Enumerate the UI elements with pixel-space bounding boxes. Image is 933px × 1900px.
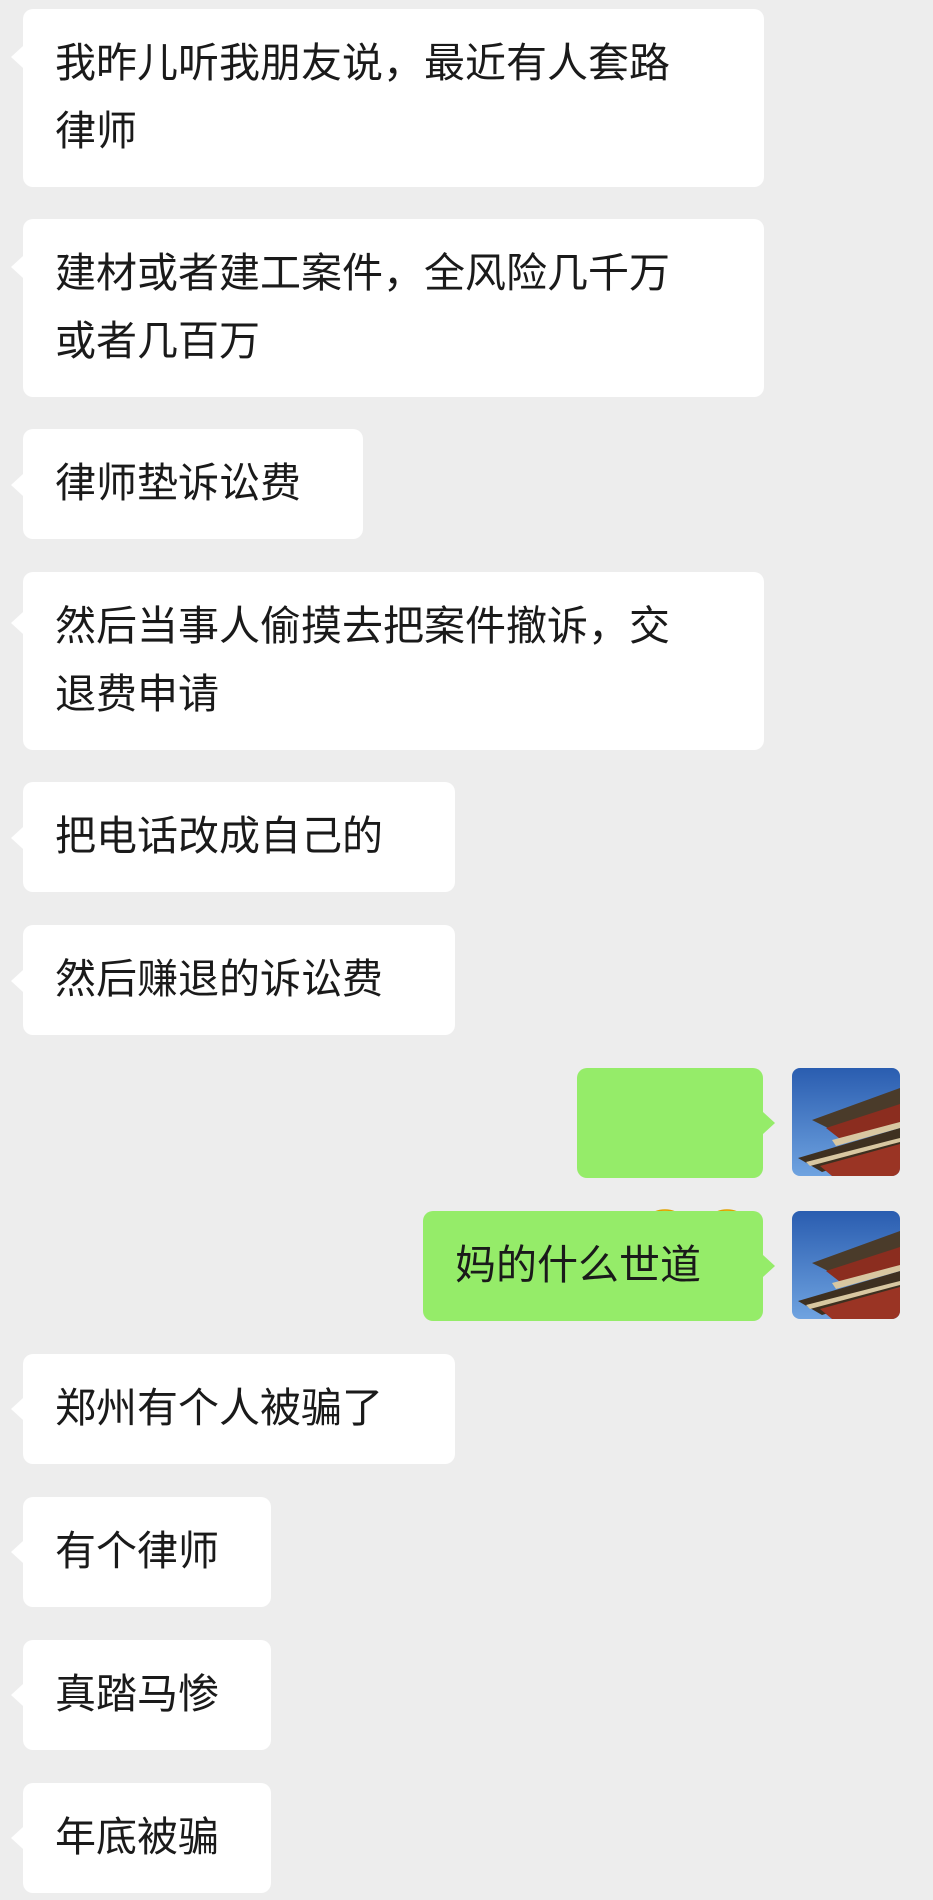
message-bubble-incoming[interactable]: 把电话改成自己的 [23, 782, 455, 892]
bubble-tail [11, 1398, 23, 1420]
message-bubble-outgoing[interactable] [577, 1068, 763, 1263]
message-bubble-incoming[interactable]: 然后赚退的诉讼费 [23, 925, 455, 1035]
bubble-tail [763, 1255, 775, 1277]
bubble-tail [11, 256, 23, 278]
bubble-tail [11, 46, 23, 68]
user-avatar[interactable] [792, 1211, 900, 1319]
user-avatar[interactable] [792, 1068, 900, 1176]
pagoda-roof-photo-avatar [792, 1068, 900, 1176]
bubble-tail [11, 1684, 23, 1706]
bubble-tail [11, 612, 23, 634]
bubble-tail [763, 1112, 775, 1134]
message-bubble-incoming[interactable]: 年底被骗 [23, 1783, 271, 1893]
bubble-tail [11, 1827, 23, 1849]
chat-message-list[interactable]: 我昨儿听我朋友说，最近有人套路 律师 建材或者建工案件，全风险几千万 或者几百万… [0, 0, 933, 1900]
bubble-tail [11, 474, 23, 496]
message-bubble-incoming[interactable]: 然后当事人偷摸去把案件撤诉，交 退费申请 [23, 572, 764, 750]
pagoda-roof-photo-avatar [792, 1211, 900, 1319]
bubble-tail [11, 1541, 23, 1563]
bubble-tail [11, 827, 23, 849]
bubble-tail [11, 970, 23, 992]
message-bubble-outgoing[interactable]: 妈的什么世道 [423, 1211, 763, 1321]
message-bubble-incoming[interactable]: 郑州有个人被骗了 [23, 1354, 455, 1464]
message-bubble-incoming[interactable]: 建材或者建工案件，全风险几千万 或者几百万 [23, 219, 764, 397]
message-bubble-incoming[interactable]: 我昨儿听我朋友说，最近有人套路 律师 [23, 9, 764, 187]
message-bubble-incoming[interactable]: 律师垫诉讼费 [23, 429, 363, 539]
message-bubble-incoming[interactable]: 真踏马惨 [23, 1640, 271, 1750]
message-bubble-incoming[interactable]: 有个律师 [23, 1497, 271, 1607]
